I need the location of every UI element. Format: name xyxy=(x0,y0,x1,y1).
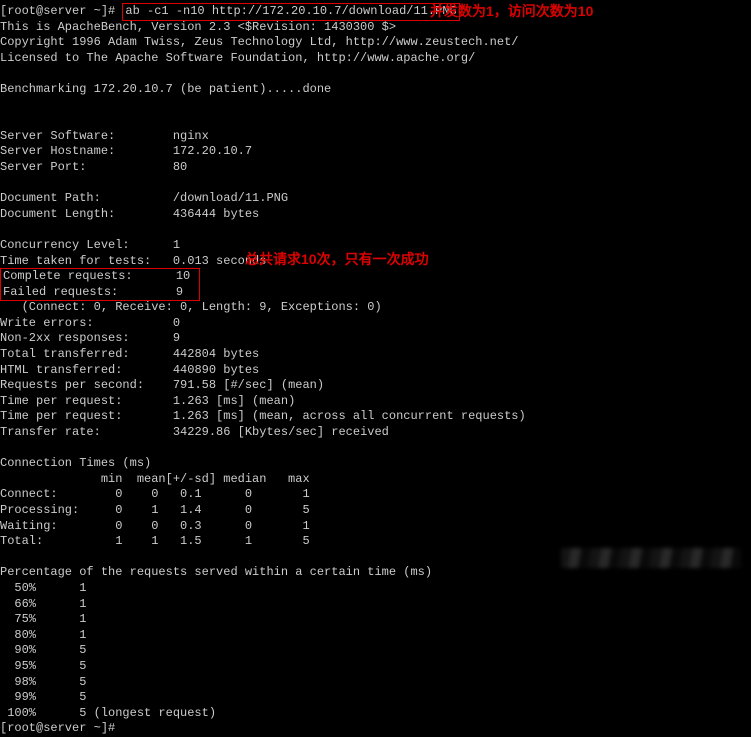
time-per-req-2: Time per request: 1.263 [ms] (mean, acro… xyxy=(0,409,751,425)
total-transferred: Total transferred: 442804 bytes xyxy=(0,347,751,363)
ab-header: This is ApacheBench, Version 2.3 <$Revis… xyxy=(0,20,751,36)
pct-90: 90% 5 xyxy=(0,643,751,659)
pct-50: 50% 1 xyxy=(0,581,751,597)
pct-95: 95% 5 xyxy=(0,659,751,675)
pct-66: 66% 1 xyxy=(0,597,751,613)
annotation-mid: 总共请求10次，只有一次成功 xyxy=(245,250,429,268)
server-software: Server Software: nginx xyxy=(0,129,751,145)
complete-failed-box: Complete requests: 10 Failed requests: 9 xyxy=(0,269,751,300)
pct-80: 80% 1 xyxy=(0,628,751,644)
ab-copyright: Copyright 1996 Adam Twiss, Zeus Technolo… xyxy=(0,35,751,51)
server-port: Server Port: 80 xyxy=(0,160,751,176)
benchmark-status: Benchmarking 172.20.10.7 (be patient)...… xyxy=(0,82,751,98)
time-per-req-1: Time per request: 1.263 [ms] (mean) xyxy=(0,394,751,410)
pct-100: 100% 5 (longest request) xyxy=(0,706,751,722)
transfer-rate: Transfer rate: 34229.86 [Kbytes/sec] rec… xyxy=(0,425,751,441)
html-transferred: HTML transferred: 440890 bytes xyxy=(0,363,751,379)
smudge-overlay xyxy=(561,548,741,568)
doc-path: Document Path: /download/11.PNG xyxy=(0,191,751,207)
pct-98: 98% 5 xyxy=(0,675,751,691)
write-errors: Write errors: 0 xyxy=(0,316,751,332)
server-hostname: Server Hostname: 172.20.10.7 xyxy=(0,144,751,160)
requests-per-sec: Requests per second: 791.58 [#/sec] (mea… xyxy=(0,378,751,394)
conn-times-title: Connection Times (ms) xyxy=(0,456,751,472)
terminal-line: [root@server ~]# ab -c1 -n10 http://172.… xyxy=(0,4,751,20)
non-2xx: Non-2xx responses: 9 xyxy=(0,331,751,347)
ab-command-box: ab -c1 -n10 http://172.20.10.7/download/… xyxy=(122,3,459,21)
end-prompt[interactable]: [root@server ~]# xyxy=(0,721,751,737)
shell-prompt: [root@server ~]# xyxy=(0,4,115,18)
ab-license: Licensed to The Apache Software Foundati… xyxy=(0,51,751,67)
conn-waiting: Waiting: 0 0 0.3 0 1 xyxy=(0,519,751,535)
pct-75: 75% 1 xyxy=(0,612,751,628)
conn-connect: Connect: 0 0 0.1 0 1 xyxy=(0,487,751,503)
doc-length: Document Length: 436444 bytes xyxy=(0,207,751,223)
failed-detail: (Connect: 0, Receive: 0, Length: 9, Exce… xyxy=(0,300,751,316)
conn-processing: Processing: 0 1 1.4 0 5 xyxy=(0,503,751,519)
annotation-top: 并发数为1，访问次数为10 xyxy=(430,2,593,20)
pct-99: 99% 5 xyxy=(0,690,751,706)
conn-times-header: min mean[+/-sd] median max xyxy=(0,472,751,488)
